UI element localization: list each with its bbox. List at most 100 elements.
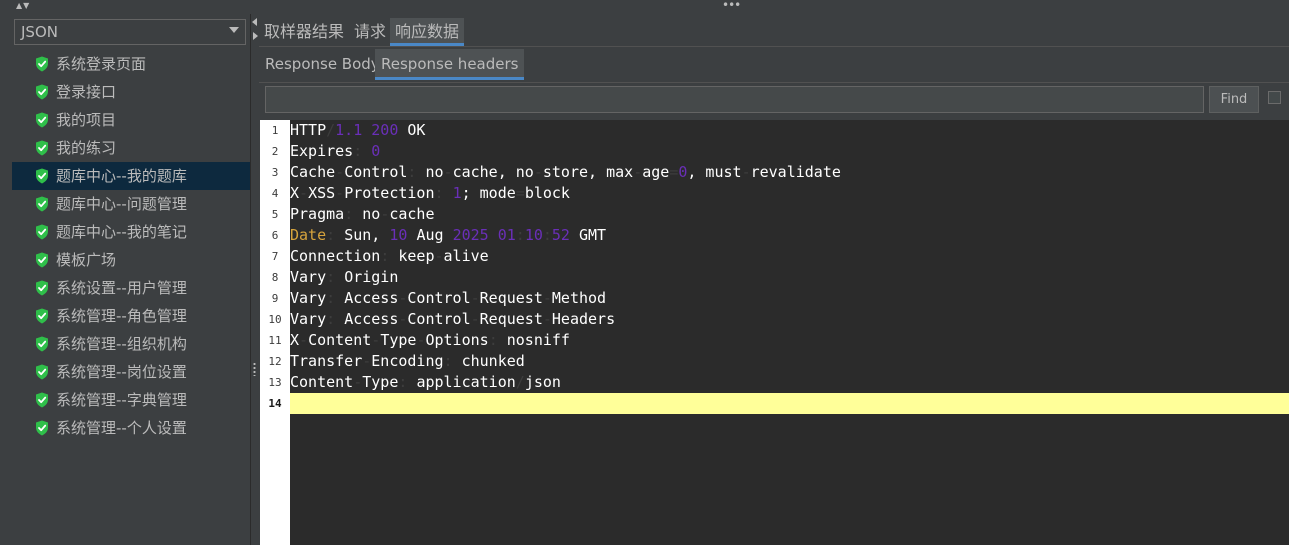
code-token: Access: [344, 289, 399, 307]
code-line[interactable]: Vary: Access-Control-Request-Headers: [290, 309, 1289, 330]
tree-item[interactable]: 题库中心--我的笔记: [12, 218, 250, 246]
code-line[interactable]: Date: Sun, 10 Aug 2025 01:10:52 GMT: [290, 225, 1289, 246]
shield-check-icon: [36, 392, 48, 408]
code-line[interactable]: Content-Type: application/json: [290, 372, 1289, 393]
code-token: store, max: [542, 163, 634, 181]
code-token: Vary: [290, 289, 327, 307]
code-token: Control: [407, 289, 471, 307]
code-token: Vary: [290, 310, 327, 328]
code-token: 0: [371, 142, 381, 160]
response-headers-editor[interactable]: 1 2 3 4 5 6 7 8 9 10 11 12 13 14 HTTP/1.1 200 OK Expir…: [260, 120, 1289, 545]
find-button[interactable]: Find: [1209, 86, 1259, 113]
tree-item[interactable]: 系统管理--字典管理: [12, 386, 250, 414]
tree-item[interactable]: 系统管理--组织机构: [12, 330, 250, 358]
tree-item[interactable]: 题库中心--问题管理: [12, 190, 250, 218]
code-token: Control: [344, 163, 408, 181]
tab-response-data[interactable]: 响应数据: [390, 18, 465, 46]
code-token: alive: [443, 247, 489, 265]
splitter-grip-icon[interactable]: [253, 362, 256, 376]
code-token: age: [642, 163, 670, 181]
tree-item-label: 题库中心--我的笔记: [56, 223, 187, 241]
code-token: =: [515, 184, 525, 202]
collapse-arrows-icon[interactable]: ▲▼: [16, 1, 30, 10]
code-token: :: [353, 142, 372, 160]
tree-item-label: 我的练习: [56, 139, 117, 157]
code-token: :: [398, 373, 417, 391]
code-token: Connection: [290, 247, 381, 265]
arrow-right-icon[interactable]: [253, 32, 258, 40]
tab-request[interactable]: 请求: [349, 18, 391, 46]
code-token: Request: [479, 289, 543, 307]
code-line[interactable]: Pragma: no-cache: [290, 204, 1289, 225]
shield-check-icon: [36, 420, 48, 436]
code-token: :: [326, 226, 345, 244]
code-token: X: [290, 331, 300, 349]
shield-check-icon: [36, 196, 48, 212]
code-token: block: [524, 184, 570, 202]
tree-item-label: 系统设置--用户管理: [56, 279, 187, 297]
code-token: :: [326, 268, 345, 286]
code-token: Type: [362, 373, 399, 391]
tree-item[interactable]: 系统设置--用户管理: [12, 274, 250, 302]
vertical-splitter[interactable]: [251, 14, 259, 545]
code-token: :: [542, 226, 552, 244]
tree-item[interactable]: 系统登录页面: [12, 50, 250, 78]
code-line[interactable]: Connection: keep-alive: [290, 246, 1289, 267]
find-case-checkbox[interactable]: [1268, 91, 1281, 104]
code-line[interactable]: X-Content-Type-Options: nosniff: [290, 330, 1289, 351]
code-token: -: [533, 163, 543, 181]
tree-item[interactable]: 我的项目: [12, 106, 250, 134]
line-number: 8: [271, 271, 279, 284]
subtab-response-headers[interactable]: Response headers: [375, 49, 525, 80]
tree-item[interactable]: 模板广场: [12, 246, 250, 274]
top-splitter[interactable]: ▲▼ •••: [0, 0, 1289, 14]
line-number: 1: [271, 124, 279, 137]
renderer-select[interactable]: JSON: [14, 19, 246, 45]
code-token: -: [741, 163, 751, 181]
code-line[interactable]: Expires: 0: [290, 141, 1289, 162]
code-token: ; mode: [461, 184, 516, 202]
tree-item[interactable]: 系统管理--岗位设置: [12, 358, 250, 386]
code-token: -: [542, 310, 552, 328]
tree-item[interactable]: 系统管理--个人设置: [12, 414, 250, 442]
code-line[interactable]: Cache-Control: no-cache, no-store, max-a…: [290, 162, 1289, 183]
code-token: 52: [551, 226, 570, 244]
code-token: -: [380, 205, 390, 223]
code-token: :: [407, 163, 426, 181]
code-token: 2025: [452, 226, 489, 244]
code-line[interactable]: Vary: Access-Control-Request-Method: [290, 288, 1289, 309]
tree-item-label: 模板广场: [56, 251, 117, 269]
search-input[interactable]: [265, 86, 1204, 113]
code-token: -: [470, 289, 480, 307]
code-line[interactable]: [290, 393, 1289, 414]
code-token: :: [515, 226, 525, 244]
code-token: Content: [290, 373, 354, 391]
line-number: 12: [268, 355, 282, 368]
code-line[interactable]: Transfer-Encoding: chunked: [290, 351, 1289, 372]
result-detail-panel: 取样器结果 请求 响应数据 Response Body Response header…: [259, 14, 1289, 545]
subtab-response-body[interactable]: Response Body: [259, 49, 386, 80]
code-token: -: [434, 247, 444, 265]
shield-check-icon: [36, 84, 48, 100]
splitter-grip-icon[interactable]: •••: [722, 0, 741, 12]
code-token: revalidate: [750, 163, 841, 181]
code-line[interactable]: X-XSS-Protection: 1; mode=block: [290, 183, 1289, 204]
code-area[interactable]: HTTP/1.1 200 OK Expires: 0 Cache-Control: …: [290, 120, 1289, 545]
tab-sampler-result[interactable]: 取样器结果: [259, 18, 349, 46]
tree-item[interactable]: 我的练习: [12, 134, 250, 162]
tree-item[interactable]: 登录接口: [12, 78, 250, 106]
result-tree-panel: JSON 系统登录页面 登录接口 我的项目我的练习题库中心--我的题库 题库中心--问…: [0, 14, 251, 545]
code-line[interactable]: HTTP/1.1 200 OK: [290, 120, 1289, 141]
code-line[interactable]: Vary: Origin: [290, 267, 1289, 288]
code-token: OK: [407, 121, 426, 139]
shield-check-icon: [36, 364, 48, 380]
code-token: Request: [479, 310, 543, 328]
code-token: Pragma: [290, 205, 345, 223]
tree-item[interactable]: 题库中心--我的题库: [12, 162, 250, 190]
code-token: -: [542, 289, 552, 307]
tree-item[interactable]: 系统管理--角色管理: [12, 302, 250, 330]
arrow-left-icon[interactable]: [252, 18, 257, 26]
code-token: 10: [389, 226, 408, 244]
code-token: Protection: [344, 184, 435, 202]
